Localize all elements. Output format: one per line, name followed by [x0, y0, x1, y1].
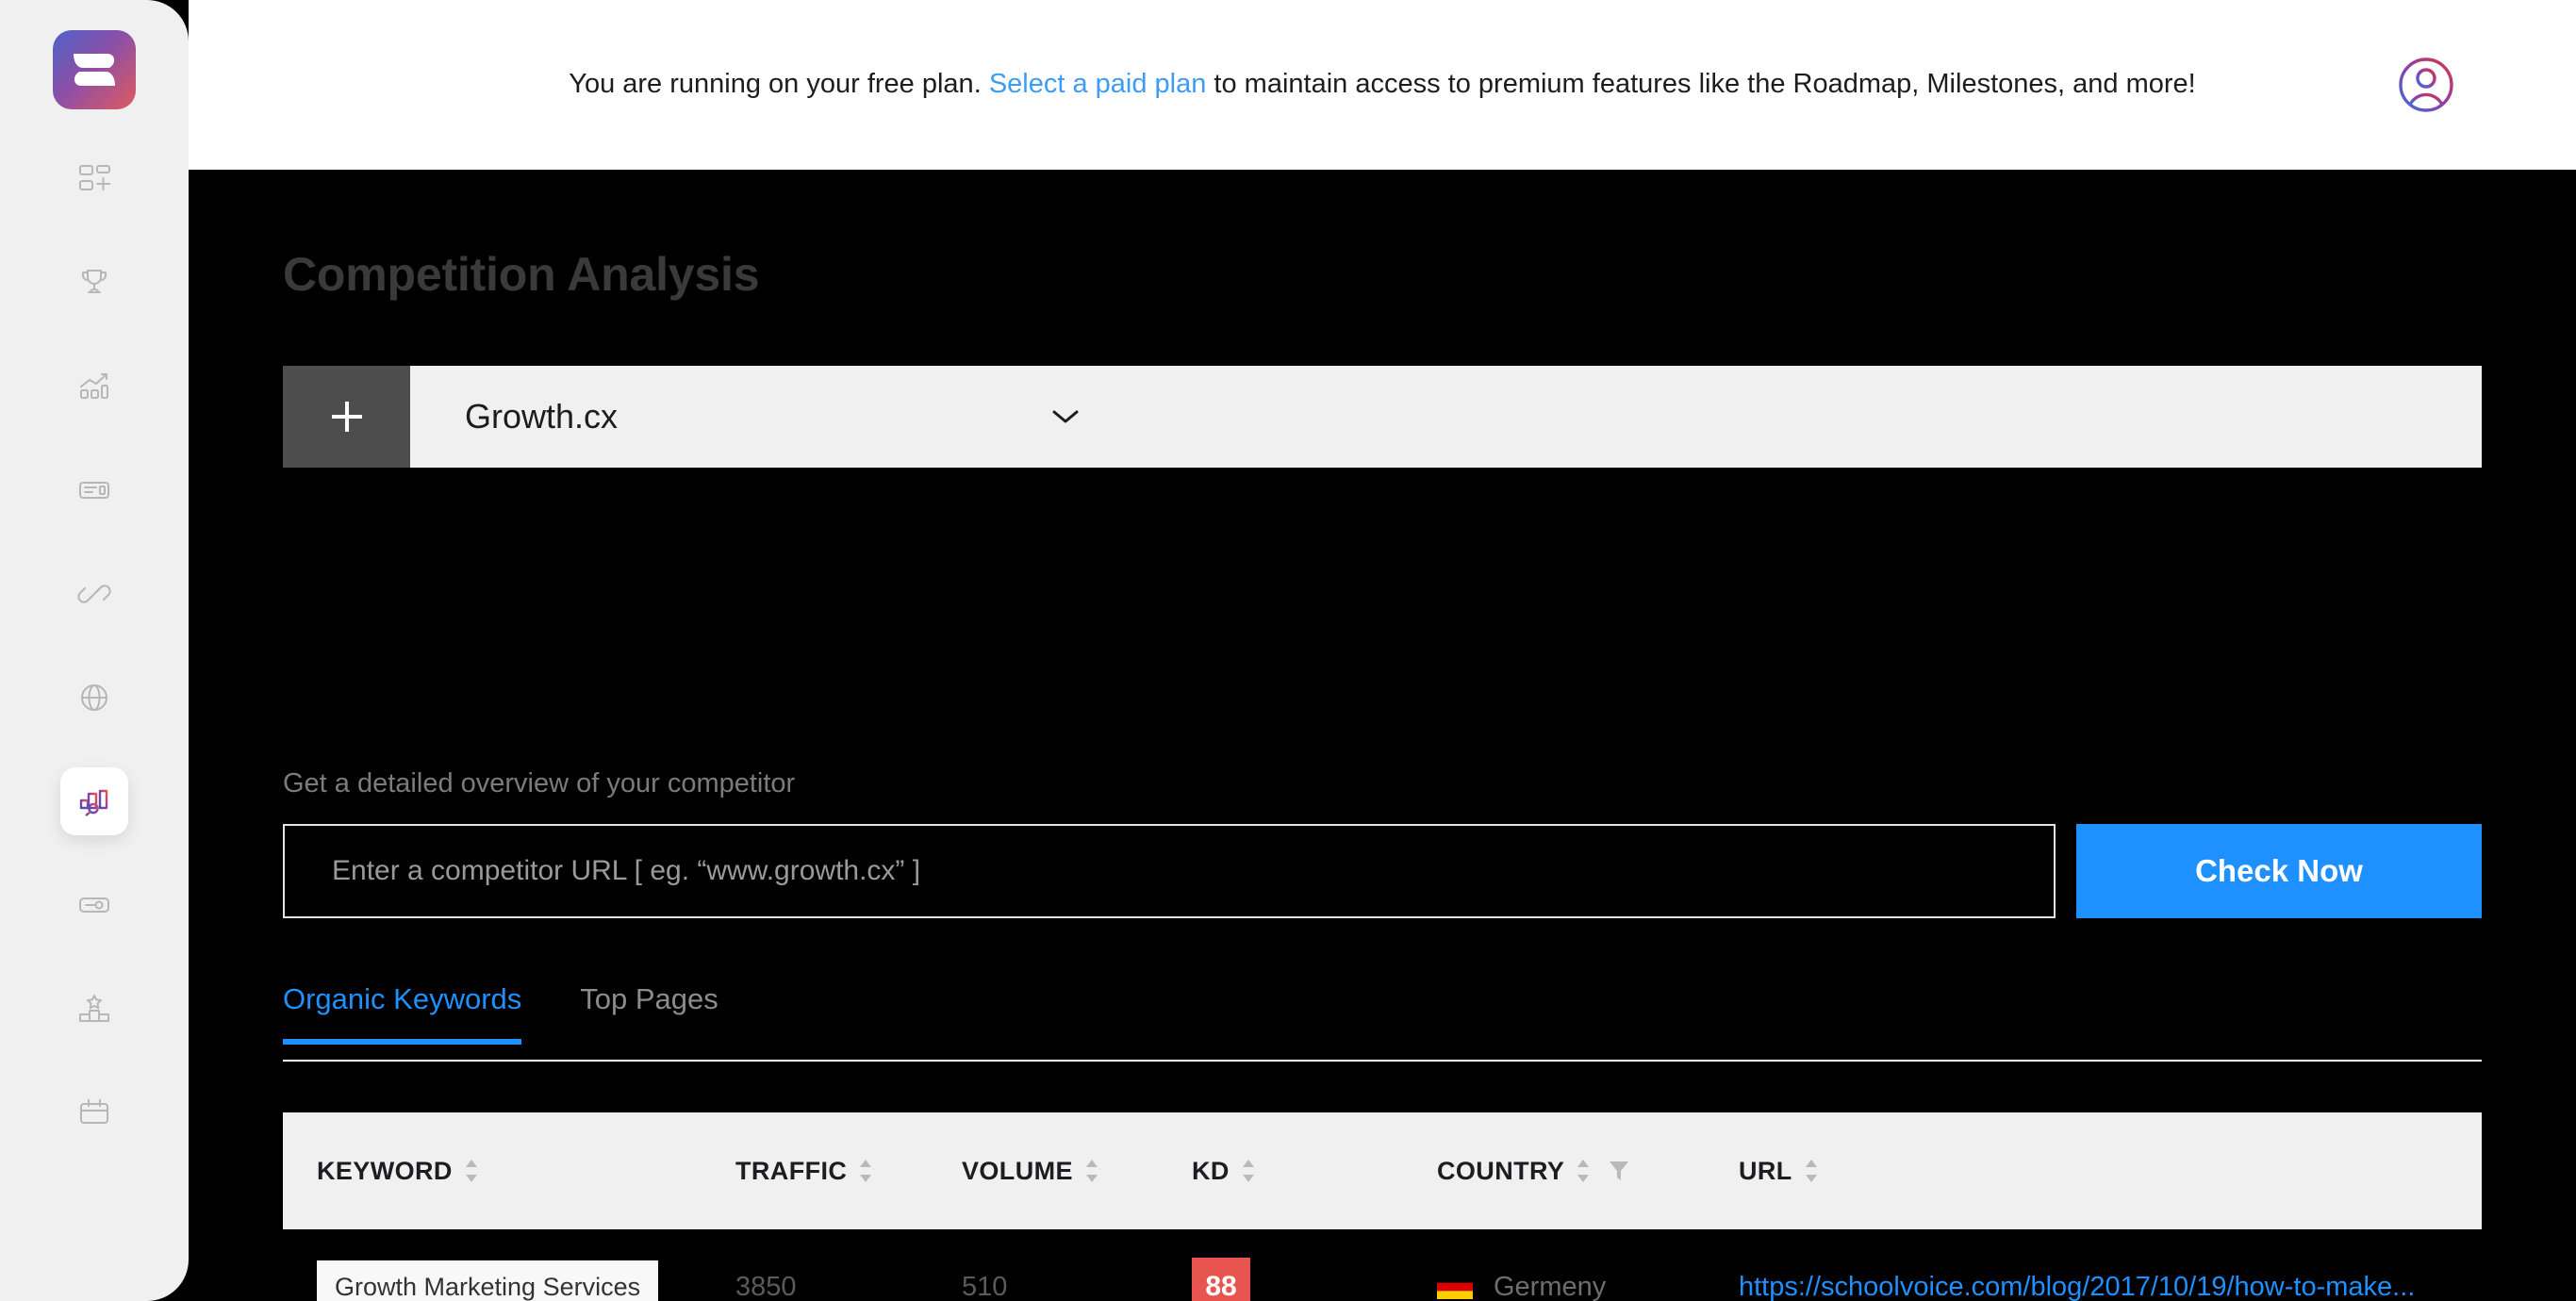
dashboard-add-icon — [79, 165, 110, 190]
sidebar — [0, 0, 189, 1301]
bar-chart-trend-icon — [80, 373, 108, 399]
plus-icon — [331, 402, 362, 432]
keyword-chip[interactable]: Growth Marketing Services — [317, 1260, 659, 1301]
sidebar-item-backlinks[interactable] — [60, 560, 128, 628]
tab-top-pages[interactable]: Top Pages — [580, 982, 718, 1045]
sidebar-item-content[interactable] — [60, 456, 128, 524]
banner-text-before: You are running on your free plan. — [569, 69, 989, 100]
domain-dropdown[interactable]: Growth.cx — [410, 366, 2482, 468]
column-header-traffic[interactable]: TRAFFIC — [735, 1157, 962, 1186]
competitor-search-label: Get a detailed overview of your competit… — [283, 768, 796, 799]
column-label: COUNTRY — [1437, 1156, 1565, 1185]
sidebar-item-competition-analysis[interactable] — [60, 767, 128, 835]
column-label: VOLUME — [962, 1156, 1073, 1185]
kd-badge: 88 — [1192, 1258, 1250, 1301]
results-tabs: Organic Keywords Top Pages — [283, 982, 2482, 1062]
cell-url: https://schoolvoice.com/blog/2017/10/19/… — [1739, 1272, 2482, 1301]
main-content: Competition Analysis Growth.cx Get a det… — [189, 170, 2576, 1301]
cell-country: Germeny — [1437, 1272, 1739, 1301]
sidebar-item-calendar[interactable] — [60, 1079, 128, 1146]
domain-selector-bar: Growth.cx — [283, 366, 2482, 468]
page-title: Competition Analysis — [283, 248, 760, 301]
calendar-icon — [80, 1099, 108, 1124]
check-now-button[interactable]: Check Now — [2076, 824, 2482, 918]
filter-funnel-icon[interactable] — [1608, 1159, 1630, 1183]
table-row: Growth Marketing Services 3850 510 88 Ge… — [283, 1229, 2482, 1301]
backlink-chain-icon — [77, 585, 111, 603]
cell-volume: 510 — [962, 1271, 1008, 1301]
content-card-icon — [79, 482, 109, 499]
podium-rank-icon — [79, 995, 109, 1022]
column-label: KD — [1192, 1156, 1230, 1185]
cell-traffic: 3850 — [735, 1271, 797, 1301]
column-header-keyword[interactable]: KEYWORD — [283, 1157, 735, 1186]
user-circle-icon[interactable] — [2397, 56, 2455, 114]
sort-arrows-icon — [860, 1160, 872, 1182]
select-paid-plan-link[interactable]: Select a paid plan — [989, 69, 1207, 99]
sidebar-item-dashboard[interactable] — [60, 145, 128, 213]
add-domain-button[interactable] — [283, 366, 410, 468]
trophy-icon — [82, 270, 107, 293]
banner-text-after: to maintain access to premium features l… — [1206, 69, 2196, 100]
germany-flag-icon — [1437, 1275, 1473, 1299]
table-header-row: KEYWORD TRAFFIC VOLUME KD COUNTRY URL — [283, 1112, 2482, 1229]
sidebar-item-keywords[interactable] — [60, 871, 128, 939]
selected-domain-label: Growth.cx — [465, 397, 619, 436]
column-label: URL — [1739, 1156, 1792, 1185]
sidebar-item-analytics[interactable] — [60, 353, 128, 420]
column-header-country[interactable]: COUNTRY — [1437, 1157, 1739, 1186]
keywords-table: KEYWORD TRAFFIC VOLUME KD COUNTRY URL Gr… — [283, 1112, 2482, 1301]
free-plan-banner: You are running on your free plan. Selec… — [189, 0, 2576, 170]
sort-arrows-icon — [1085, 1160, 1098, 1182]
chevron-down-icon — [1052, 410, 1079, 423]
globe-icon — [81, 684, 107, 711]
column-label: KEYWORD — [317, 1156, 453, 1185]
column-label: TRAFFIC — [735, 1156, 848, 1185]
sidebar-item-site-audit[interactable] — [60, 664, 128, 732]
sidebar-nav — [60, 145, 128, 1182]
column-header-url[interactable]: URL — [1739, 1157, 2482, 1186]
sort-arrows-icon — [1242, 1160, 1254, 1182]
result-url-link[interactable]: https://schoolvoice.com/blog/2017/10/19/… — [1739, 1272, 2415, 1301]
competition-analysis-icon — [79, 789, 108, 816]
app-logo[interactable] — [53, 30, 136, 109]
sort-arrows-icon — [1805, 1160, 1817, 1182]
sort-arrows-icon — [465, 1160, 477, 1182]
country-label: Germeny — [1494, 1271, 1607, 1301]
cell-kd: 88 — [1192, 1258, 1437, 1301]
swoosh-logo-icon — [74, 54, 115, 86]
cell-keyword: Growth Marketing Services — [283, 1260, 735, 1301]
competitor-url-input[interactable] — [283, 824, 2056, 918]
banner-message: You are running on your free plan. Selec… — [189, 67, 2576, 103]
sidebar-item-rankings[interactable] — [60, 249, 128, 317]
sort-arrows-icon — [1577, 1160, 1590, 1182]
column-header-volume[interactable]: VOLUME — [962, 1157, 1192, 1186]
column-header-kd[interactable]: KD — [1192, 1157, 1437, 1186]
tab-organic-keywords[interactable]: Organic Keywords — [283, 982, 522, 1045]
sidebar-item-rank-tracker[interactable] — [60, 975, 128, 1043]
keyword-key-icon — [79, 898, 109, 913]
